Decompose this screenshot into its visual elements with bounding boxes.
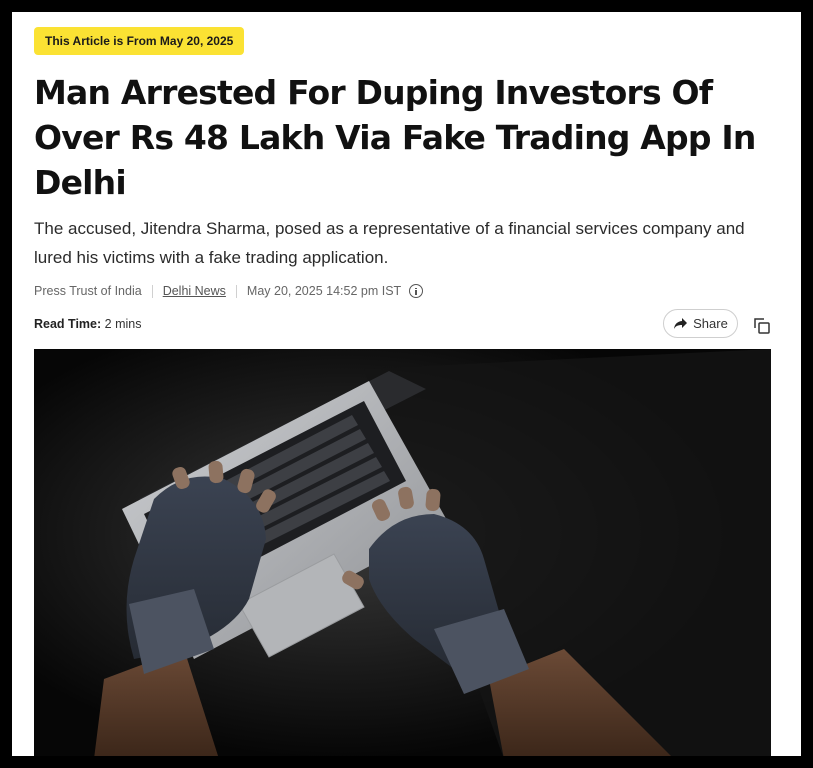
share-arrow-icon: [674, 318, 688, 329]
read-time: Read Time: 2 mins: [34, 317, 141, 331]
category-link[interactable]: Delhi News: [163, 284, 226, 298]
page-frame: This Article is From May 20, 2025 Man Ar…: [12, 12, 801, 756]
article-summary: The accused, Jitendra Sharma, posed as a…: [34, 219, 745, 267]
meta-divider: [235, 284, 237, 298]
hero-image: [34, 349, 771, 756]
read-time-value: 2 mins: [104, 317, 142, 331]
source-label: Press Trust of India: [34, 284, 142, 298]
info-circle-icon[interactable]: [409, 284, 424, 298]
share-button[interactable]: Share: [663, 309, 738, 338]
article-date-badge: This Article is From May 20, 2025: [34, 27, 245, 55]
copy-icon[interactable]: [752, 316, 772, 336]
meta-divider: [151, 284, 153, 298]
article-meta: Press Trust of India Delhi News May 20, …: [34, 282, 424, 300]
hacker-laptop-illustration: [34, 349, 771, 756]
publish-datetime: May 20, 2025 14:52 pm IST: [246, 284, 402, 298]
share-label: Share: [693, 316, 728, 331]
read-time-label: Read Time:: [34, 317, 102, 331]
article-headline: Man Arrested For Duping Investors Of Ove…: [34, 73, 756, 202]
